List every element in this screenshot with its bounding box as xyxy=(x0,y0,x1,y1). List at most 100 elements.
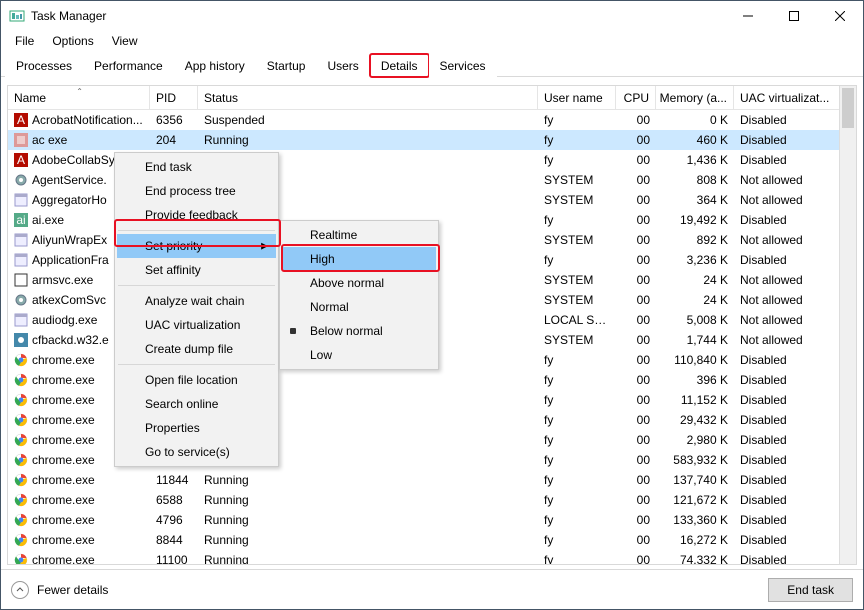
process-name: chrome.exe xyxy=(32,393,95,407)
process-user: fy xyxy=(538,433,616,447)
ctx-end-process-tree[interactable]: End process tree xyxy=(117,179,276,203)
priority-normal[interactable]: Normal xyxy=(282,295,436,319)
process-user: fy xyxy=(538,113,616,127)
tab-processes[interactable]: Processes xyxy=(5,54,83,77)
process-uac: Not allowed xyxy=(734,173,856,187)
table-row[interactable]: chrome.exe11100Runningfy0074,332 KDisabl… xyxy=(8,550,856,564)
col-memory[interactable]: Memory (a... xyxy=(656,86,734,109)
process-cpu: 00 xyxy=(616,373,656,387)
process-pid: 4796 xyxy=(150,513,198,527)
maximize-button[interactable] xyxy=(771,1,817,31)
end-task-button[interactable]: End task xyxy=(768,578,853,602)
ctx-analyze-wait-chain[interactable]: Analyze wait chain xyxy=(117,289,276,313)
process-cpu: 00 xyxy=(616,193,656,207)
table-row[interactable]: chrome.exe4796Runningfy00133,360 KDisabl… xyxy=(8,510,856,530)
ctx-end-task[interactable]: End task xyxy=(117,155,276,179)
tab-app-history[interactable]: App history xyxy=(174,54,256,77)
process-memory: 2,980 K xyxy=(656,433,734,447)
process-icon xyxy=(14,353,28,367)
process-uac: Disabled xyxy=(734,493,856,507)
process-name: chrome.exe xyxy=(32,533,95,547)
tab-startup[interactable]: Startup xyxy=(256,54,317,77)
table-row[interactable]: chrome.exe8844Runningfy0016,272 KDisable… xyxy=(8,530,856,550)
table-row[interactable]: AAcrobatNotification...6356Suspendedfy00… xyxy=(8,110,856,130)
process-icon xyxy=(14,393,28,407)
menu-options[interactable]: Options xyxy=(44,32,101,50)
col-name[interactable]: Name⌃ xyxy=(8,86,150,109)
process-name: chrome.exe xyxy=(32,353,95,367)
ctx-set-affinity[interactable]: Set affinity xyxy=(117,258,276,282)
process-status: Running xyxy=(198,473,538,487)
submenu-arrow-icon: ▶ xyxy=(261,241,268,252)
title-bar: Task Manager xyxy=(1,1,863,31)
process-user: fy xyxy=(538,213,616,227)
ctx-open-file-location[interactable]: Open file location xyxy=(117,368,276,392)
ctx-go-to-service-s-[interactable]: Go to service(s) xyxy=(117,440,276,464)
col-user[interactable]: User name xyxy=(538,86,616,109)
process-uac: Disabled xyxy=(734,213,856,227)
table-row[interactable]: ac exe204Runningfy00460 KDisabled xyxy=(8,130,856,150)
process-name: chrome.exe xyxy=(32,513,95,527)
process-name: atkexComSvc xyxy=(32,293,106,307)
minimize-button[interactable] xyxy=(725,1,771,31)
col-uac[interactable]: UAC virtualizat... xyxy=(734,86,856,109)
tab-performance[interactable]: Performance xyxy=(83,54,174,77)
process-cpu: 00 xyxy=(616,253,656,267)
process-icon xyxy=(14,493,28,507)
menu-bar: File Options View xyxy=(1,31,863,51)
process-uac: Disabled xyxy=(734,453,856,467)
process-user: fy xyxy=(538,533,616,547)
process-memory: 24 K xyxy=(656,273,734,287)
process-uac: Disabled xyxy=(734,413,856,427)
tab-services[interactable]: Services xyxy=(429,54,497,77)
close-button[interactable] xyxy=(817,1,863,31)
grid-header: Name⌃ PID Status User name CPU Memory (a… xyxy=(8,86,856,110)
process-memory: 396 K xyxy=(656,373,734,387)
process-uac: Not allowed xyxy=(734,313,856,327)
process-user: fy xyxy=(538,553,616,564)
priority-above-normal[interactable]: Above normal xyxy=(282,271,436,295)
ctx-create-dump-file[interactable]: Create dump file xyxy=(117,337,276,361)
table-row[interactable]: chrome.exe6588Runningfy00121,672 KDisabl… xyxy=(8,490,856,510)
process-name: AcrobatNotification... xyxy=(32,113,143,127)
ctx-provide-feedback[interactable]: Provide feedback xyxy=(117,203,276,227)
process-cpu: 00 xyxy=(616,413,656,427)
priority-realtime[interactable]: Realtime xyxy=(282,223,436,247)
process-uac: Disabled xyxy=(734,133,856,147)
svg-text:A: A xyxy=(17,113,25,127)
process-uac: Disabled xyxy=(734,553,856,564)
process-uac: Not allowed xyxy=(734,293,856,307)
ctx-uac-virtualization[interactable]: UAC virtualization xyxy=(117,313,276,337)
priority-low[interactable]: Low xyxy=(282,343,436,367)
priority-below-normal[interactable]: Below normal xyxy=(282,319,436,343)
vertical-scrollbar[interactable] xyxy=(839,86,856,564)
col-status[interactable]: Status xyxy=(198,86,538,109)
table-row[interactable]: chrome.exe11844Runningfy00137,740 KDisab… xyxy=(8,470,856,490)
tab-details[interactable]: Details xyxy=(370,54,429,77)
menu-view[interactable]: View xyxy=(104,32,146,50)
ctx-search-online[interactable]: Search online xyxy=(117,392,276,416)
ctx-set-priority[interactable]: Set priority▶ xyxy=(117,234,276,258)
process-pid: 204 xyxy=(150,133,198,147)
tab-users[interactable]: Users xyxy=(316,54,369,77)
process-cpu: 00 xyxy=(616,173,656,187)
process-user: LOCAL SE... xyxy=(538,313,616,327)
menu-file[interactable]: File xyxy=(7,32,42,50)
scrollbar-thumb[interactable] xyxy=(842,88,854,128)
process-status: Suspended xyxy=(198,113,538,127)
process-pid: 11100 xyxy=(150,553,198,564)
ctx-properties[interactable]: Properties xyxy=(117,416,276,440)
process-icon: A xyxy=(14,113,28,127)
col-cpu[interactable]: CPU xyxy=(616,86,656,109)
process-icon: ai xyxy=(14,213,28,227)
footer: Fewer details End task xyxy=(1,569,863,609)
process-cpu: 00 xyxy=(616,273,656,287)
process-user: SYSTEM xyxy=(538,173,616,187)
col-pid[interactable]: PID xyxy=(150,86,198,109)
fewer-details-button[interactable]: Fewer details xyxy=(11,581,108,599)
process-memory: 808 K xyxy=(656,173,734,187)
process-cpu: 00 xyxy=(616,473,656,487)
priority-high[interactable]: High xyxy=(282,247,436,271)
process-uac: Disabled xyxy=(734,253,856,267)
process-user: SYSTEM xyxy=(538,293,616,307)
